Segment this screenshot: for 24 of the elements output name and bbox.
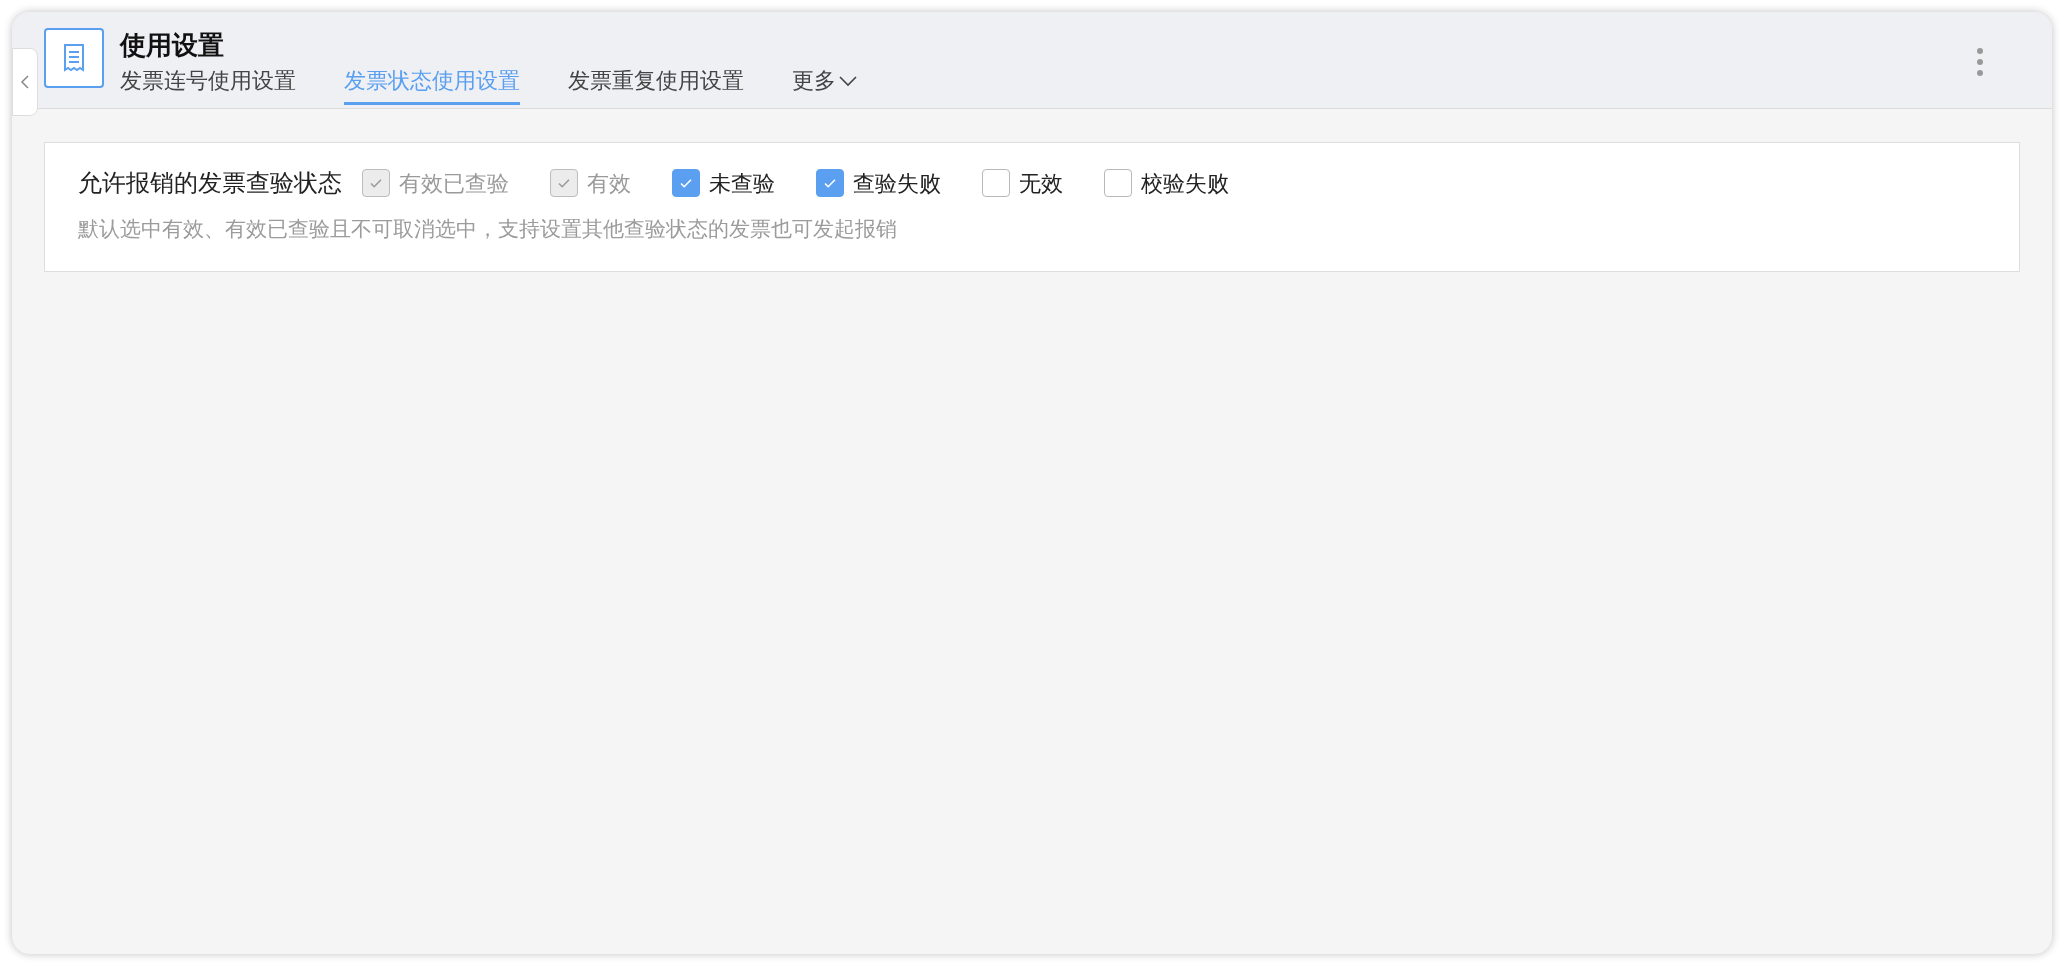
collapse-sidebar-button[interactable] <box>12 48 38 116</box>
checkbox-label: 查验失败 <box>853 169 941 198</box>
checkbox[interactable] <box>982 169 1010 197</box>
tab[interactable]: 发票重复使用设置 <box>568 66 744 105</box>
tab[interactable]: 发票连号使用设置 <box>120 66 296 105</box>
setting-label: 允许报销的发票查验状态 <box>78 168 342 198</box>
checkbox[interactable] <box>672 169 700 197</box>
receipt-icon <box>44 28 104 88</box>
checkbox[interactable] <box>1104 169 1132 197</box>
page-title: 使用设置 <box>120 29 225 62</box>
status-checkbox[interactable]: 查验失败 <box>816 166 941 200</box>
status-checkbox[interactable]: 无效 <box>982 166 1063 200</box>
checkbox-label: 未查验 <box>709 169 775 198</box>
checkbox[interactable] <box>816 169 844 197</box>
checkbox-label: 有效已查验 <box>399 169 509 198</box>
checkbox-label: 无效 <box>1019 169 1063 198</box>
checkbox-label: 有效 <box>587 169 631 198</box>
chevron-down-icon <box>838 74 858 88</box>
hint-text: 默认选中有效、有效已查验且不可取消选中，支持设置其他查验状态的发票也可发起报销 <box>78 216 898 242</box>
more-tab[interactable]: 更多 <box>792 66 858 105</box>
status-checkbox[interactable]: 未查验 <box>672 166 775 200</box>
status-checkbox[interactable]: 校验失败 <box>1104 166 1229 200</box>
chevron-left-icon <box>20 74 30 90</box>
checkbox-label: 校验失败 <box>1141 169 1229 198</box>
